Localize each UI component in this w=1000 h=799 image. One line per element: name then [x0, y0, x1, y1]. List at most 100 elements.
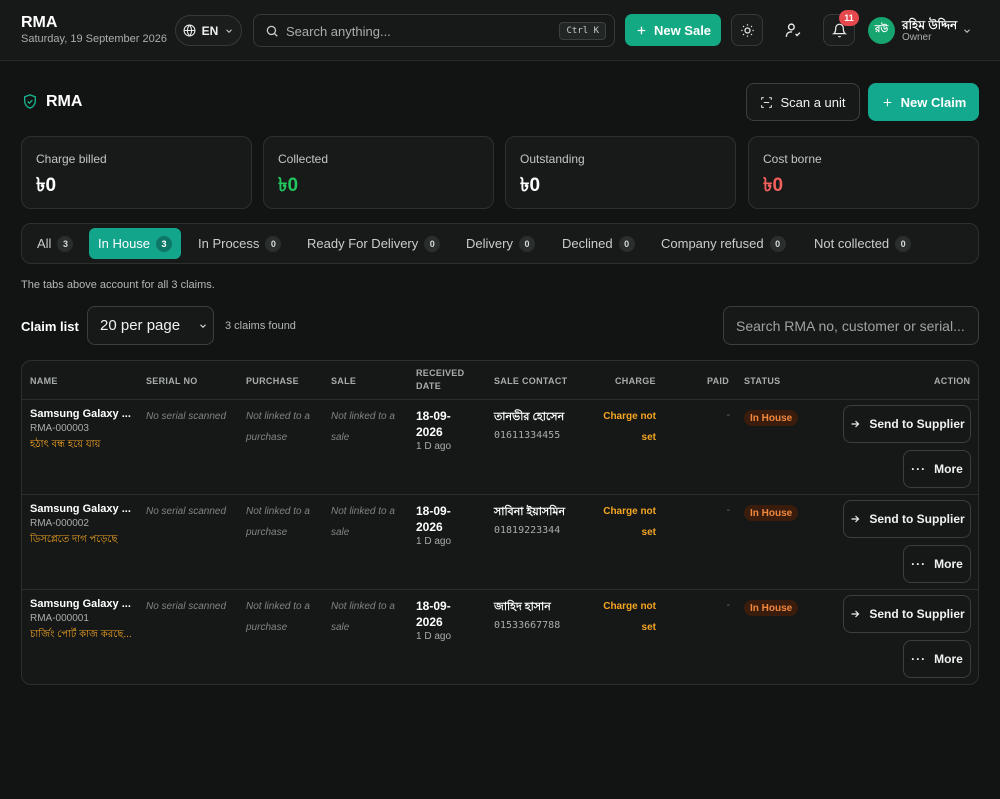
new-sale-button[interactable]: New Sale [625, 14, 721, 46]
tab-company-refused[interactable]: Company refused 0 [652, 228, 795, 259]
tab-label: Ready For Delivery [307, 236, 419, 251]
sale-line: sale [331, 527, 350, 538]
paid-cell: - [726, 410, 730, 421]
tab-in-house[interactable]: In House 3 [89, 228, 182, 259]
issue-description: ডিসপ্লেতে দাগ পড়েছে [30, 534, 118, 545]
avatar[interactable]: রউ [868, 17, 895, 44]
tab-delivery[interactable]: Delivery 0 [457, 228, 544, 259]
column-header-sale-contact[interactable]: SALE CONTACT [494, 375, 567, 388]
chevron-down-icon[interactable] [962, 26, 972, 36]
charge-line: Charge not [603, 411, 656, 422]
scan-unit-button[interactable]: Scan a unit [746, 83, 860, 121]
purchase-line: purchase [246, 622, 288, 633]
contact-phone: 01819223344 [494, 525, 561, 536]
global-search-input[interactable] [286, 22, 546, 40]
send-to-supplier-label: Send to Supplier [869, 512, 965, 526]
more-label: More [934, 462, 963, 476]
tab-ready-for-delivery[interactable]: Ready For Delivery 0 [298, 228, 449, 259]
global-search[interactable]: Ctrl K [253, 14, 615, 47]
per-page-select[interactable]: 20 per page [87, 306, 214, 345]
user-status-button[interactable] [777, 14, 809, 46]
charge-line: set [641, 432, 656, 443]
current-date: Saturday, 19 September 2026 [21, 33, 167, 45]
sale-line: Not linked to a [331, 411, 395, 422]
more-label: More [934, 557, 963, 571]
column-header-serial[interactable]: SERIAL NO [146, 375, 198, 388]
tab-label: Not collected [814, 236, 890, 251]
notification-count-badge: 11 [839, 10, 859, 26]
tab-count-badge: 0 [265, 235, 282, 252]
column-header-action: ACTION [934, 376, 971, 386]
tab-not-collected[interactable]: Not collected 0 [805, 228, 920, 259]
stat-card-outstanding: Outstanding ৳0 [505, 136, 736, 209]
plus-icon [637, 26, 646, 34]
sale-contact-cell: তানভীর হোসেন 01611334455 [494, 408, 604, 441]
product-name[interactable]: Samsung Galaxy ... [30, 598, 140, 610]
tab-label: In House [98, 236, 151, 251]
search-shortcut-hint: Ctrl K [559, 22, 606, 40]
notifications-button[interactable]: 11 [823, 10, 859, 46]
stat-card-cost-borne: Cost borne ৳0 [748, 136, 979, 209]
contact-name: সাবিনা ইয়াসমিন [494, 506, 566, 518]
claim-search-input[interactable] [723, 306, 979, 345]
stat-card-collected: Collected ৳0 [263, 136, 494, 209]
product-name[interactable]: Samsung Galaxy ... [30, 408, 140, 420]
ellipsis-icon: ··· [911, 652, 927, 666]
user-role: Owner [902, 32, 932, 43]
new-claim-button[interactable]: New Claim [868, 83, 979, 121]
more-actions-button[interactable]: ··· More [903, 545, 971, 583]
tab-declined[interactable]: Declined 0 [553, 228, 644, 259]
top-bar: RMA Saturday, 19 September 2026 EN Ctrl … [0, 0, 1000, 61]
claims-table: NAME SERIAL NO PURCHASE SALE RECEIVED DA… [21, 360, 979, 685]
chevron-down-icon [226, 28, 233, 33]
send-to-supplier-label: Send to Supplier [869, 607, 965, 621]
tab-label: In Process [198, 236, 260, 251]
received-date-cell: 18-09- 2026 1 D ago [416, 408, 486, 452]
language-switcher[interactable]: EN [175, 15, 242, 46]
send-to-supplier-button[interactable]: Send to Supplier [843, 595, 971, 633]
tab-count-badge: 3 [156, 235, 173, 252]
table-row[interactable]: Samsung Galaxy ... RMA-000001 চার্জিং পো… [22, 590, 978, 684]
globe-icon [183, 24, 196, 37]
issue-description: চার্জিং পোর্ট কাজ করছে... [30, 629, 132, 640]
column-header-line: RECEIVED [416, 368, 465, 378]
column-header-purchase[interactable]: PURCHASE [246, 375, 299, 388]
rma-number: RMA-000001 [30, 613, 89, 624]
search-icon [266, 25, 278, 37]
received-date-cell: 18-09- 2026 1 D ago [416, 503, 486, 547]
more-actions-button[interactable]: ··· More [903, 640, 971, 678]
send-to-supplier-button[interactable]: Send to Supplier [843, 500, 971, 538]
sale-contact-cell: সাবিনা ইয়াসমিন 01819223344 [494, 503, 604, 536]
arrow-right-icon [851, 420, 860, 428]
product-name[interactable]: Samsung Galaxy ... [30, 503, 140, 515]
rma-number: RMA-000003 [30, 423, 89, 434]
column-header-received-date[interactable]: RECEIVED DATE [416, 367, 464, 393]
table-row[interactable]: Samsung Galaxy ... RMA-000002 ডিসপ্লেতে … [22, 495, 978, 590]
purchase-line: Not linked to a [246, 506, 310, 517]
sale-cell: Not linked to a sale [331, 406, 406, 448]
tab-label: All [37, 236, 52, 251]
tab-in-process[interactable]: In Process 0 [189, 228, 290, 259]
more-actions-button[interactable]: ··· More [903, 450, 971, 488]
send-to-supplier-button[interactable]: Send to Supplier [843, 405, 971, 443]
paid-cell: - [726, 505, 730, 516]
stat-value: ৳0 [36, 175, 57, 196]
status-tabs: All 3 In House 3 In Process 0 Ready For … [21, 223, 979, 264]
column-header-paid[interactable]: PAID [707, 375, 729, 388]
column-header-sale[interactable]: SALE [331, 375, 356, 388]
theme-toggle-button[interactable] [731, 14, 763, 46]
tab-all[interactable]: All 3 [28, 228, 82, 259]
charge-cell: Charge not set [590, 501, 656, 543]
column-header-name[interactable]: NAME [30, 375, 58, 388]
purchase-cell: Not linked to a purchase [246, 596, 321, 638]
column-header-charge[interactable]: CHARGE [615, 375, 656, 388]
column-header-status[interactable]: STATUS [744, 375, 780, 388]
charge-cell: Charge not set [590, 406, 656, 448]
received-date-line: 18-09- [416, 504, 451, 518]
received-date-cell: 18-09- 2026 1 D ago [416, 598, 486, 642]
tab-label: Company refused [661, 236, 764, 251]
sun-icon [740, 23, 754, 37]
stat-value: ৳0 [763, 175, 784, 196]
table-row[interactable]: Samsung Galaxy ... RMA-000003 হঠাৎ বন্ধ … [22, 400, 978, 495]
claim-name-cell: Samsung Galaxy ... RMA-000001 চার্জিং পো… [30, 598, 140, 644]
